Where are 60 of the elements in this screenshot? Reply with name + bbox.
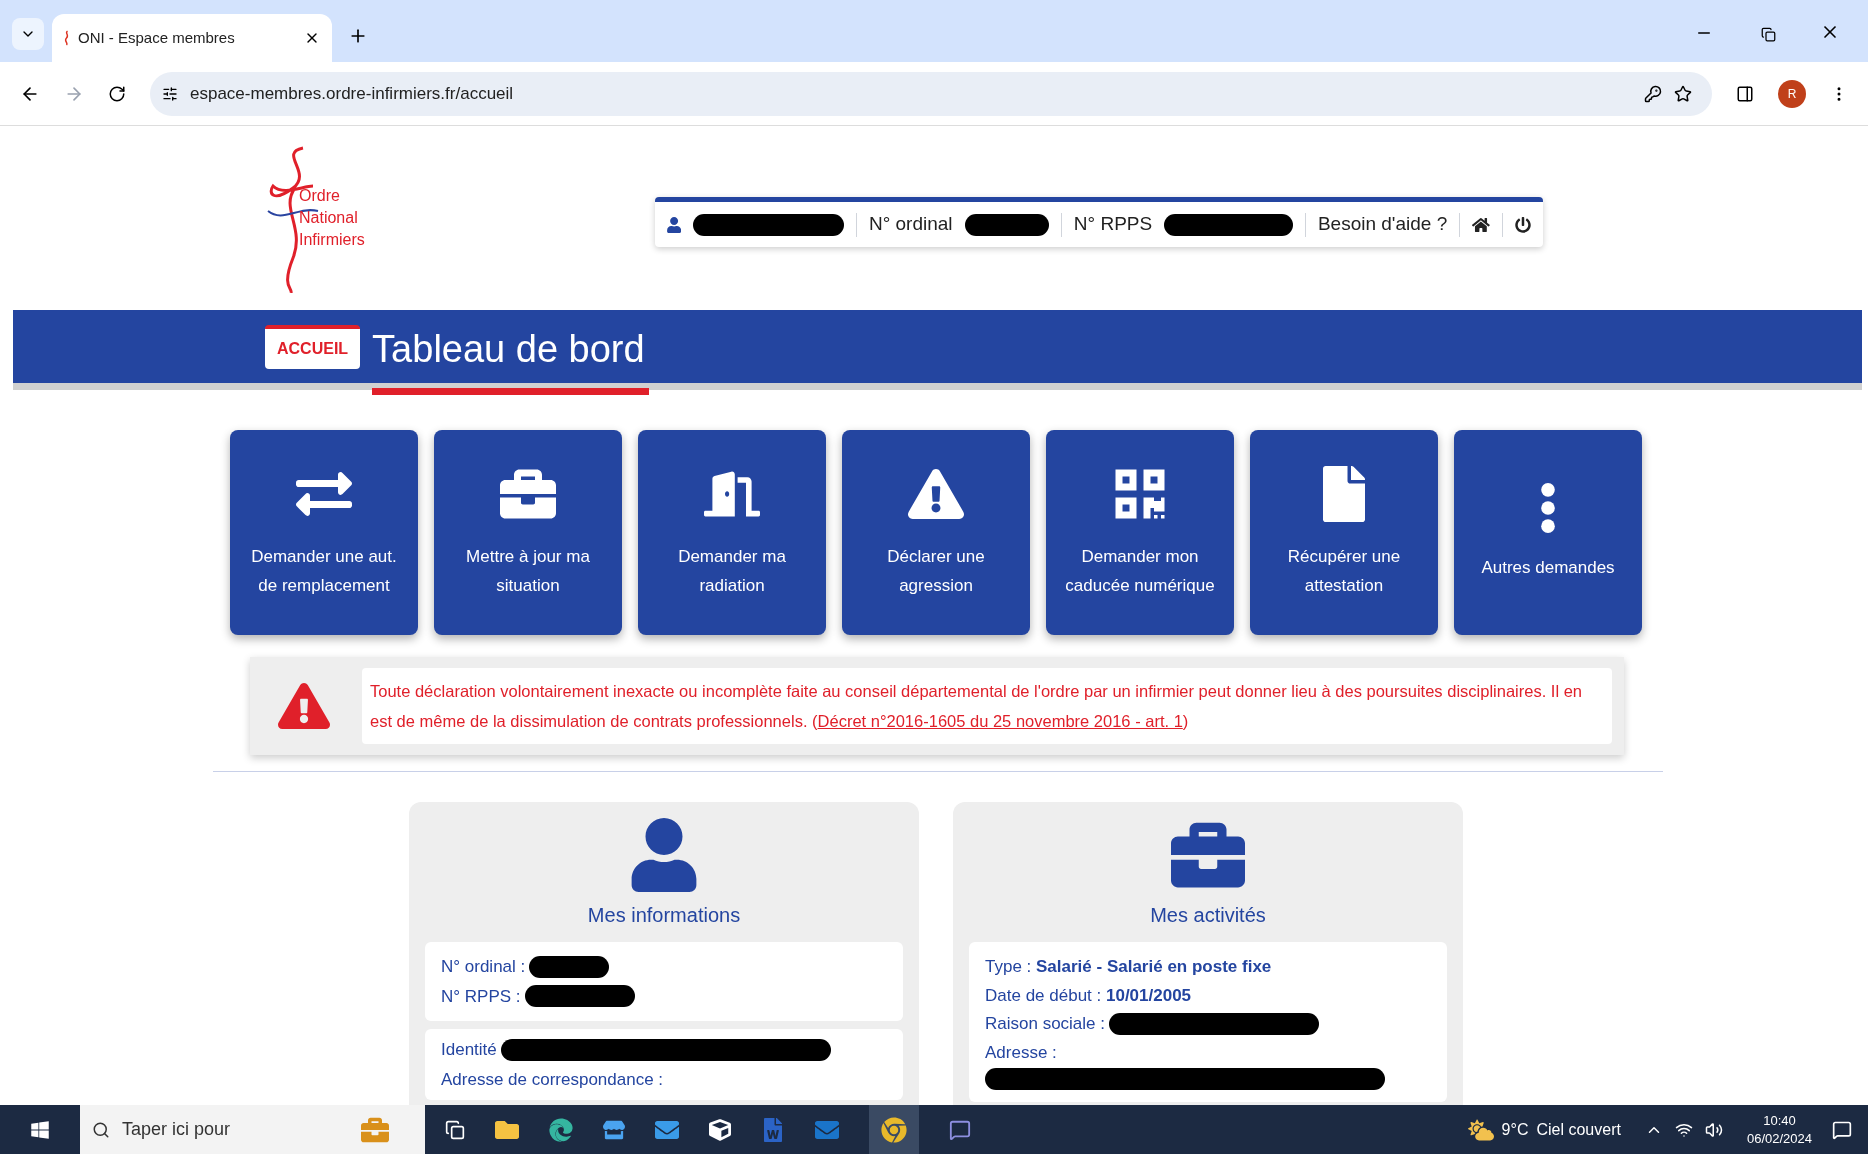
address-label: Adresse : (985, 1041, 1058, 1064)
action-tile[interactable]: Demander ma radiation (638, 430, 826, 635)
help-link[interactable]: Besoin d'aide ? (1317, 210, 1448, 239)
tab-title: ONI - Espace membres (78, 27, 236, 48)
logo-text: Ordre (299, 186, 341, 206)
reload-icon[interactable] (108, 84, 126, 103)
action-tile[interactable]: Demander mon caducée numérique (1046, 430, 1234, 635)
address-bar[interactable]: espace-membres.ordre-infirmiers.fr/accueil (150, 71, 1712, 116)
taskbar-search-field[interactable]: Taper ici pour (80, 1105, 425, 1154)
restore-icon[interactable] (1761, 27, 1776, 42)
accueil-badge: ACCUEIL (265, 324, 361, 369)
warning-icon (278, 680, 330, 732)
warning-text: Toute déclaration volontairement inexacte ou incomplète faite au conseil départemental de l'ordre par un infirmier peut donner lieu à des poursuites disciplinaires. Il en est de même de la dissimulation de contrats professionnels. (Décret n°2016-1605 du 25 novembre 2016 - art. 1) (370, 681, 1584, 732)
action-tile[interactable]: Déclarer une agression (842, 430, 1030, 635)
notifications-icon[interactable] (1832, 1119, 1852, 1140)
tab-list-button[interactable] (12, 18, 44, 50)
volume-icon[interactable] (1704, 1120, 1723, 1139)
start-date: Date de début : 10/01/2005 (985, 984, 1193, 1007)
clock-date: 06/02/2024 (1746, 1129, 1812, 1148)
cube-icon[interactable] (709, 1118, 731, 1141)
url-text: espace-membres.ordre-infirmiers.fr/accueil (190, 82, 514, 105)
action-tile[interactable]: Mettre à jour ma situation (434, 430, 622, 635)
task-view-icon[interactable] (445, 1119, 465, 1140)
user-icon (666, 216, 681, 233)
activity-type: Type : Salarié - Salarié en poste fixe (985, 956, 1273, 978)
temperature: 9°C (1501, 1119, 1529, 1140)
action-tile[interactable]: Autres demandes (1454, 430, 1642, 635)
store-icon[interactable] (603, 1118, 625, 1141)
favicon-icon (64, 30, 70, 46)
key-icon[interactable] (1644, 84, 1662, 103)
company-label: Raison sociale : (985, 1013, 1105, 1035)
windows-start-icon[interactable] (30, 1119, 50, 1140)
briefcase-icon (361, 1115, 389, 1144)
card-title: Mes informations (587, 903, 741, 928)
logo-text: National (299, 208, 359, 228)
star-icon[interactable] (1674, 84, 1692, 103)
rpps-label: N° RPPS : (441, 985, 521, 1008)
chrome-app[interactable] (869, 1105, 919, 1154)
decree-link[interactable]: Décret n°2016-1605 du 25 novembre 2016 - art. 1 (817, 712, 1183, 730)
card-title: Mes activités (1150, 903, 1266, 928)
power-icon[interactable] (1514, 215, 1531, 234)
identity-label: Identité (441, 1039, 497, 1061)
action-tile[interactable]: Demander une aut. de remplacement (230, 430, 418, 635)
ordinal-label: N° ordinal : (441, 956, 526, 978)
address-label: Adresse de correspondance : (441, 1068, 665, 1091)
chrome-icon (881, 1116, 907, 1143)
weather-text: Ciel couvert (1536, 1119, 1621, 1140)
clock-time: 10:40 (1763, 1111, 1796, 1130)
side-panel-icon[interactable] (1736, 84, 1754, 103)
profile-avatar[interactable]: R (1778, 79, 1806, 108)
search-icon (92, 1120, 110, 1139)
rpps-label: N° RPPS (1073, 212, 1153, 237)
more-icon (1541, 483, 1555, 533)
logo-text: Infirmiers (299, 230, 365, 250)
page-title: Tableau de bord (372, 320, 649, 395)
browser-tab[interactable]: ONI - Espace membres (52, 14, 332, 62)
action-tile[interactable]: Récupérer une attestation (1250, 430, 1438, 635)
site-settings-icon[interactable] (162, 85, 178, 102)
ordinal-label: N° ordinal (868, 212, 953, 237)
word-icon[interactable] (761, 1117, 785, 1142)
